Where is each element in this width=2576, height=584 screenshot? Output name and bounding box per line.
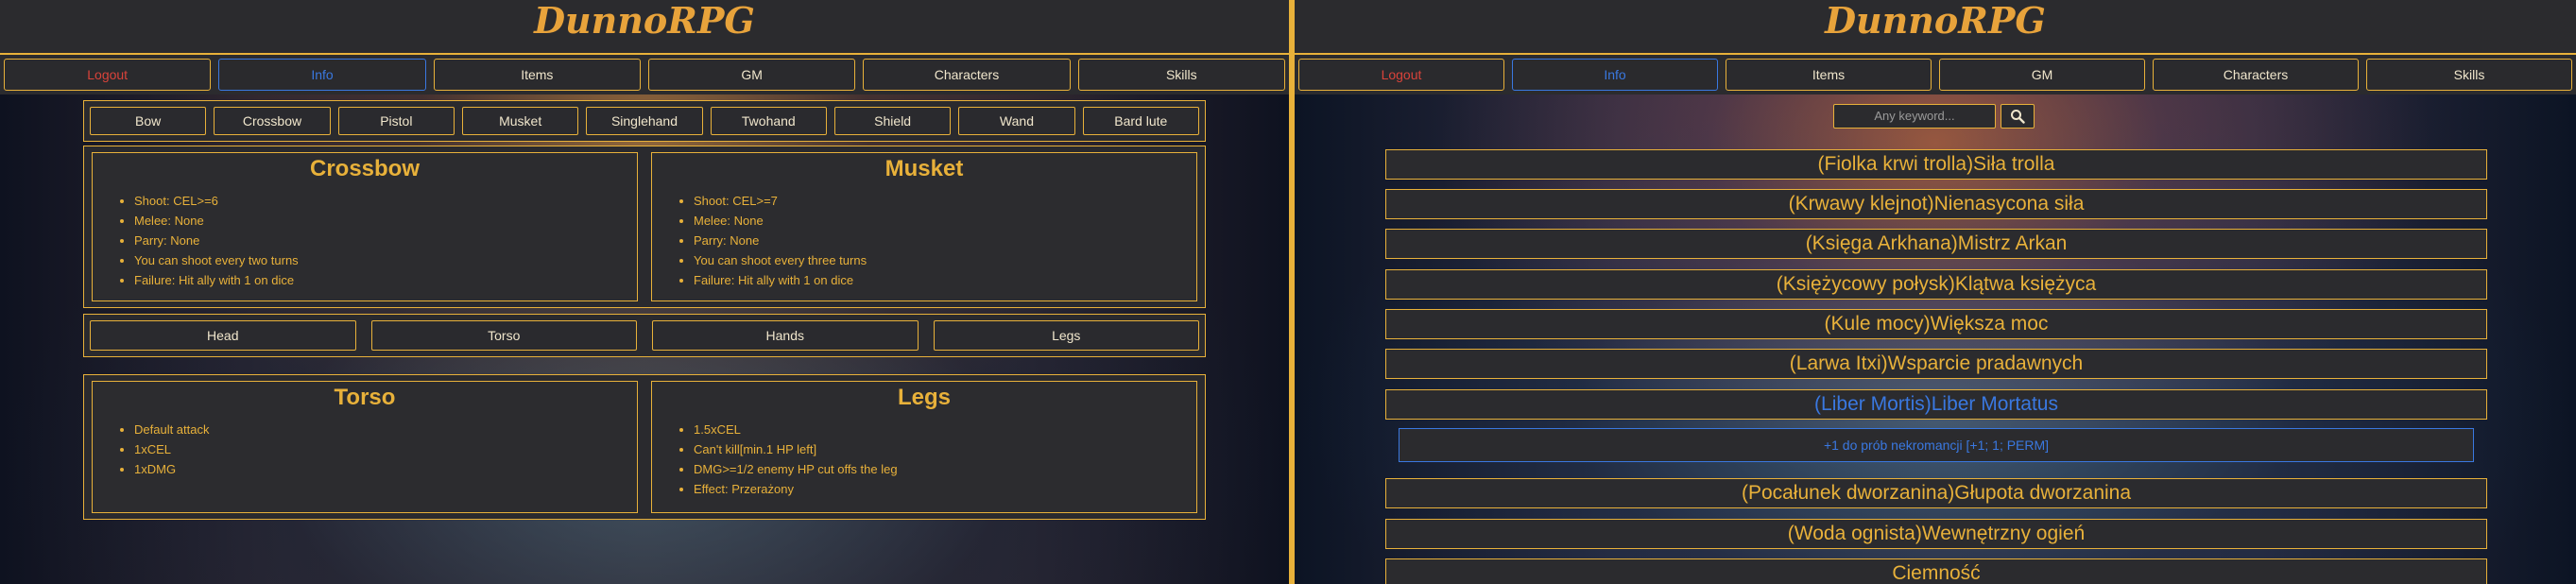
nav-characters[interactable]: Characters [2153,59,2359,91]
list-item: Melee: None [134,211,637,231]
list-item[interactable]: (Księga Arkhana)Mistrz Arkan [1385,229,2487,259]
stat-list: Shoot: CEL>=6 Melee: None Parry: None Yo… [93,191,637,290]
card-legs: Legs 1.5xCEL Can't kill[min.1 HP left] D… [651,381,1197,513]
stat-list: 1.5xCEL Can't kill[min.1 HP left] DMG>=1… [652,420,1196,499]
stat-list: Default attack 1xCEL 1xDMG [93,420,637,479]
stat-list: Shoot: CEL>=7 Melee: None Parry: None Yo… [652,191,1196,290]
left-pane: DunnoRPG Logout Info Items GM Characters… [0,0,1289,584]
nav-logout[interactable]: Logout [1298,59,1504,91]
nav-items[interactable]: Items [1726,59,1932,91]
tab-bow[interactable]: Bow [90,107,207,135]
tab-singlehand[interactable]: Singlehand [586,107,703,135]
search-icon [2011,110,2025,124]
list-item: 1xDMG [134,459,637,479]
header: DunnoRPG [0,0,1289,55]
list-item: Can't kill[min.1 HP left] [694,439,1196,459]
body-part-cards: Torso Default attack 1xCEL 1xDMG Legs 1.… [83,374,1206,520]
nav-items[interactable]: Items [433,59,641,91]
tab-pistol[interactable]: Pistol [337,107,455,135]
app-title: DunnoRPG [534,0,755,42]
list-item: Default attack [134,420,637,439]
tab-crossbow[interactable]: Crossbow [214,107,331,135]
list-item: Parry: None [694,231,1196,250]
tab-head[interactable]: Head [90,320,356,351]
header: DunnoRPG [1295,0,2576,55]
card-title: Legs [897,385,951,410]
nav-skills[interactable]: Skills [1077,59,1285,91]
nav-logout[interactable]: Logout [4,59,212,91]
list-item: Parry: None [134,231,637,250]
search-bar: Any keyword... [1295,102,2576,129]
item-detail: +1 do prób nekromancji [+1; 1; PERM] [1399,428,2474,462]
app-title: DunnoRPG [1825,0,2046,42]
list-item: 1xCEL [134,439,637,459]
list-item-active[interactable]: (Liber Mortis)Liber Mortatus [1385,389,2487,420]
tab-musket[interactable]: Musket [461,107,579,135]
list-item: Shoot: CEL>=7 [694,191,1196,211]
search-button[interactable] [2001,104,2035,129]
tab-bard-lute[interactable]: Bard lute [1082,107,1199,135]
tab-wand[interactable]: Wand [958,107,1075,135]
list-item: You can shoot every three turns [694,250,1196,270]
main-nav: Logout Info Items GM Characters Skills [0,55,1289,94]
tab-legs[interactable]: Legs [933,320,1199,351]
list-item[interactable]: (Larwa Itxi)Wsparcie pradawnych [1385,349,2487,379]
nav-characters[interactable]: Characters [863,59,1071,91]
weapon-cards: Crossbow Shoot: CEL>=6 Melee: None Parry… [83,146,1206,308]
list-item[interactable]: (Księżycowy połysk)Klątwa księżyca [1385,269,2487,300]
weapon-tabs: Bow Crossbow Pistol Musket Singlehand Tw… [83,100,1206,142]
list-item: Shoot: CEL>=6 [134,191,637,211]
nav-skills[interactable]: Skills [2366,59,2572,91]
list-item: Effect: Przerażony [694,479,1196,499]
right-pane: DunnoRPG Logout Info Items GM Characters… [1295,0,2576,584]
card-title: Torso [334,385,396,410]
body-part-tabs: Head Torso Hands Legs [83,314,1206,357]
tab-hands[interactable]: Hands [652,320,919,351]
search-input[interactable]: Any keyword... [1833,104,1996,129]
list-item[interactable]: (Krwawy klejnot)Nienasycona siła [1385,189,2487,219]
nav-info[interactable]: Info [1512,59,1718,91]
main-nav: Logout Info Items GM Characters Skills [1295,55,2576,94]
tab-torso[interactable]: Torso [370,320,637,351]
nav-gm[interactable]: GM [1939,59,2145,91]
card-crossbow: Crossbow Shoot: CEL>=6 Melee: None Parry… [92,152,638,301]
list-item[interactable]: (Pocałunek dworzanina)Głupota dworzanina [1385,478,2487,508]
tab-twohand[interactable]: Twohand [710,107,827,135]
card-title: Musket [884,156,964,181]
list-item[interactable]: Ciemność [1385,558,2487,584]
list-item[interactable]: (Fiolka krwi trolla)Siła trolla [1385,149,2487,180]
nav-gm[interactable]: GM [647,59,856,91]
card-musket: Musket Shoot: CEL>=7 Melee: None Parry: … [651,152,1197,301]
list-item: Failure: Hit ally with 1 on dice [694,270,1196,290]
list-item[interactable]: (Woda ognista)Wewnętrzny ogień [1385,519,2487,549]
list-item: Melee: None [694,211,1196,231]
list-item[interactable]: (Kule mocy)Większa moc [1385,309,2487,339]
card-torso: Torso Default attack 1xCEL 1xDMG [92,381,638,513]
tab-shield[interactable]: Shield [833,107,952,135]
list-item: Failure: Hit ally with 1 on dice [134,270,637,290]
nav-info[interactable]: Info [218,59,426,91]
list-item: DMG>=1/2 enemy HP cut offs the leg [694,459,1196,479]
list-item: You can shoot every two turns [134,250,637,270]
list-item: 1.5xCEL [694,420,1196,439]
card-title: Crossbow [309,156,420,181]
